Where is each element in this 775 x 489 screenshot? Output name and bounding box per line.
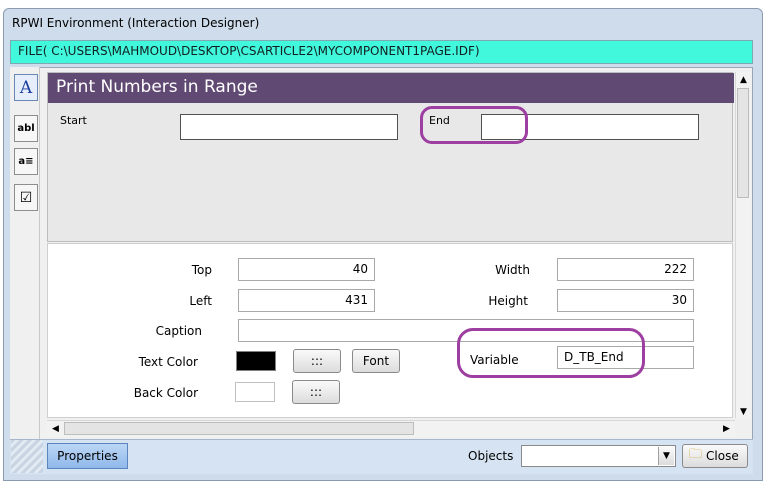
text-color-swatch[interactable]: [236, 351, 276, 371]
top-label: Top: [191, 263, 212, 277]
folder-icon: 🗀: [689, 447, 703, 462]
vertical-scroll-thumb[interactable]: [737, 88, 749, 198]
checkbox-icon[interactable]: ☑: [14, 184, 38, 211]
scroll-left-arrow-icon[interactable]: ◀: [48, 421, 63, 436]
form-title[interactable]: Print Numbers in Range: [56, 77, 258, 97]
caption-label: Caption: [155, 324, 202, 338]
end-highlight-ring: [420, 106, 528, 144]
font-button[interactable]: Font: [352, 349, 400, 373]
textbox-icon[interactable]: abl: [14, 115, 38, 142]
horizontal-scroll-thumb[interactable]: [64, 422, 414, 435]
start-label[interactable]: Start: [60, 114, 87, 127]
file-path-text: FILE( C:\USERS\MAHMOUD\DESKTOP\CSARTICLE…: [18, 44, 480, 58]
dropdown-arrow-icon[interactable]: ▼: [658, 447, 674, 465]
top-input[interactable]: 40: [238, 258, 375, 281]
close-button[interactable]: 🗀 Close: [682, 444, 748, 468]
back-color-picker-button[interactable]: :::: [292, 380, 340, 404]
back-color-label: Back Color: [133, 386, 198, 400]
scroll-right-arrow-icon[interactable]: ▶: [719, 421, 734, 436]
resize-grip: [11, 440, 43, 473]
objects-dropdown[interactable]: ▼: [521, 445, 676, 467]
properties-tab[interactable]: Properties: [47, 443, 128, 469]
left-label: Left: [189, 294, 212, 308]
left-input[interactable]: 431: [238, 289, 375, 312]
height-input[interactable]: 30: [557, 289, 694, 312]
height-label: Height: [488, 294, 528, 308]
listbox-icon[interactable]: a≡: [14, 148, 38, 175]
text-label-icon[interactable]: A: [14, 74, 38, 101]
close-button-label: Close: [706, 449, 739, 463]
scroll-up-arrow-icon[interactable]: ▲: [736, 72, 751, 87]
objects-label: Objects: [468, 449, 514, 463]
scroll-down-arrow-icon[interactable]: ▼: [736, 404, 751, 419]
text-color-picker-button[interactable]: :::: [293, 349, 341, 373]
text-color-label: Text Color: [138, 355, 198, 369]
start-textbox[interactable]: [180, 114, 398, 140]
window-title: RPWI Environment (Interaction Designer): [12, 16, 260, 30]
width-input[interactable]: 222: [557, 258, 694, 281]
back-color-swatch[interactable]: [235, 382, 275, 402]
width-label: Width: [495, 263, 530, 277]
variable-highlight-ring: [457, 328, 645, 378]
scroll-corner: [735, 420, 751, 437]
